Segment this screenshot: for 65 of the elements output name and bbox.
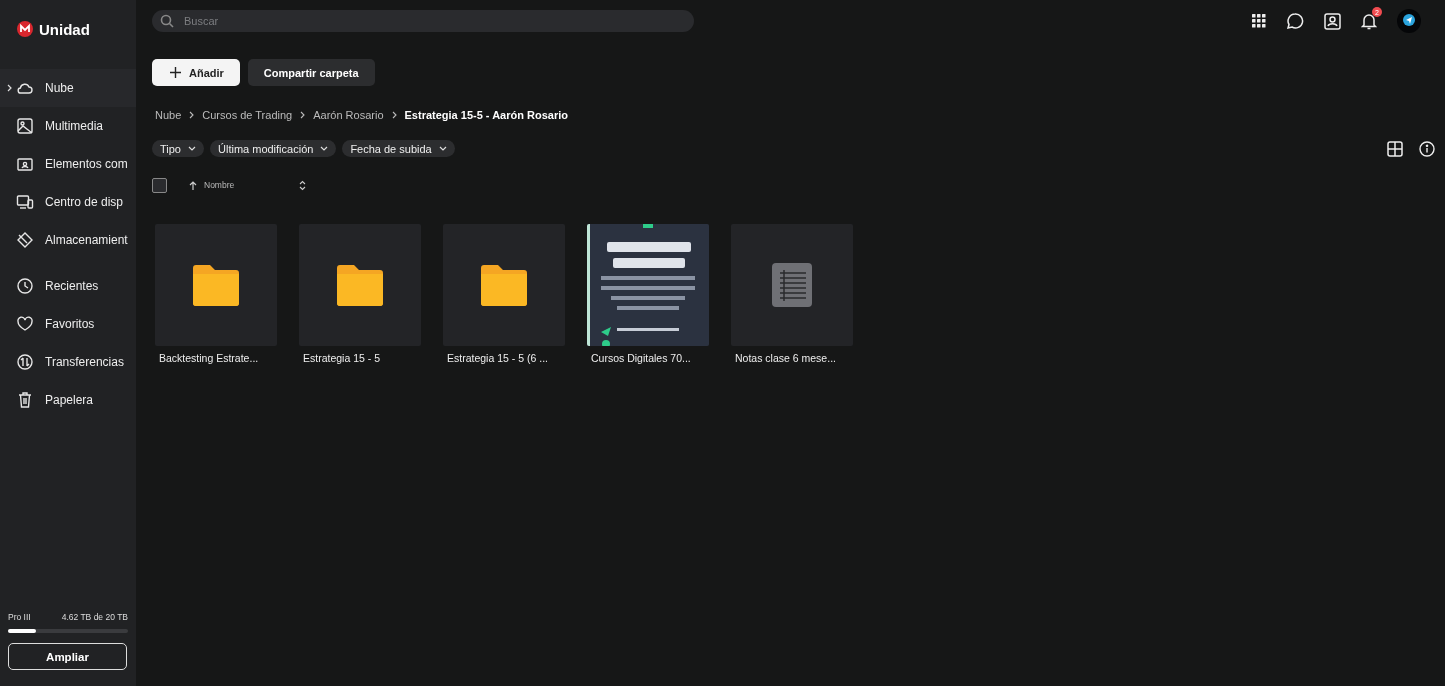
- caret-icon: [320, 146, 329, 151]
- plan-label: Pro III: [8, 612, 31, 622]
- search-field[interactable]: Buscar: [152, 10, 694, 32]
- caret-icon: [438, 146, 447, 151]
- image-icon: [16, 117, 34, 135]
- breadcrumb-item[interactable]: Cursos de Trading: [202, 109, 293, 121]
- arrow-up-icon[interactable]: [189, 180, 197, 190]
- filter-dropdown[interactable]: Fecha de subida: [342, 140, 455, 157]
- chat-icon[interactable]: [1286, 12, 1304, 30]
- file-name[interactable]: Cursos Digitales 70...: [587, 352, 709, 364]
- file-name[interactable]: Notas clase 6 mese...: [731, 352, 853, 364]
- select-all-checkbox[interactable]: [152, 177, 167, 193]
- bell-icon[interactable]: [1361, 12, 1377, 30]
- sort-label[interactable]: Nombre: [204, 180, 235, 190]
- breadcrumb-item[interactable]: Aarón Rosario: [313, 109, 384, 121]
- sidebar-item[interactable]: Almacenamient: [0, 221, 136, 259]
- storage-icon: [16, 231, 34, 249]
- sidebar-item[interactable]: Transferencias: [0, 343, 136, 381]
- chevron-icon: [7, 84, 12, 92]
- info-icon[interactable]: [1419, 140, 1435, 157]
- folder-icon: [193, 264, 239, 306]
- folder-icon: [337, 264, 383, 306]
- devices-icon: [16, 193, 34, 211]
- sidebar-item[interactable]: Centro de disp: [0, 183, 136, 221]
- file-thumbnail[interactable]: [731, 224, 853, 346]
- app-title: Unidad: [39, 20, 90, 38]
- folder-icon: [481, 264, 527, 306]
- heart-icon: [16, 315, 34, 333]
- chevron-icon: [300, 111, 306, 119]
- breadcrumb-item[interactable]: Nube: [155, 109, 182, 121]
- transfer-icon: [16, 353, 34, 371]
- plus-icon: [170, 67, 181, 78]
- file-name[interactable]: Estrategia 15 - 5 (6 ...: [443, 352, 565, 364]
- logo-icon: [17, 21, 33, 37]
- filter-dropdown[interactable]: Tipo: [152, 140, 204, 157]
- sidebar-item[interactable]: Papelera: [0, 381, 136, 419]
- document-icon: [772, 263, 812, 307]
- chevron-icon: [391, 111, 397, 119]
- filter-dropdown[interactable]: Última modificación: [210, 140, 337, 157]
- contact-icon[interactable]: [1324, 12, 1341, 30]
- sidebar-item[interactable]: Favoritos: [0, 305, 136, 343]
- sidebar-item[interactable]: Multimedia: [0, 107, 136, 145]
- breadcrumb-item: Estrategia 15-5 - Aarón Rosario: [404, 109, 568, 121]
- sort-icon[interactable]: [299, 179, 307, 191]
- sidebar-item[interactable]: Recientes: [0, 267, 136, 305]
- file-thumbnail[interactable]: [299, 224, 421, 346]
- file-thumbnail[interactable]: [155, 224, 277, 346]
- file-name[interactable]: Estrategia 15 - 5: [299, 352, 421, 364]
- avatar[interactable]: [1397, 9, 1421, 33]
- file-name[interactable]: Backtesting Estrate...: [155, 352, 277, 364]
- apps-grid-icon[interactable]: [1252, 14, 1266, 28]
- file-thumbnail[interactable]: [443, 224, 565, 346]
- grid-view-icon[interactable]: [1387, 140, 1403, 157]
- share-folder-button[interactable]: Compartir carpeta: [247, 59, 375, 86]
- trash-icon: [16, 391, 34, 409]
- caret-icon: [188, 146, 196, 151]
- upgrade-button[interactable]: Ampliar: [8, 643, 127, 670]
- shared-icon: [16, 155, 34, 173]
- sidebar-item[interactable]: Elementos com: [0, 145, 136, 183]
- chevron-icon: [189, 111, 195, 119]
- clock-icon: [16, 277, 34, 295]
- sidebar-item[interactable]: Nube: [0, 69, 136, 107]
- add-button[interactable]: Añadir: [152, 59, 240, 86]
- search-icon: [160, 14, 174, 28]
- storage-usage: 4.62 TB de 20 TB: [61, 612, 128, 622]
